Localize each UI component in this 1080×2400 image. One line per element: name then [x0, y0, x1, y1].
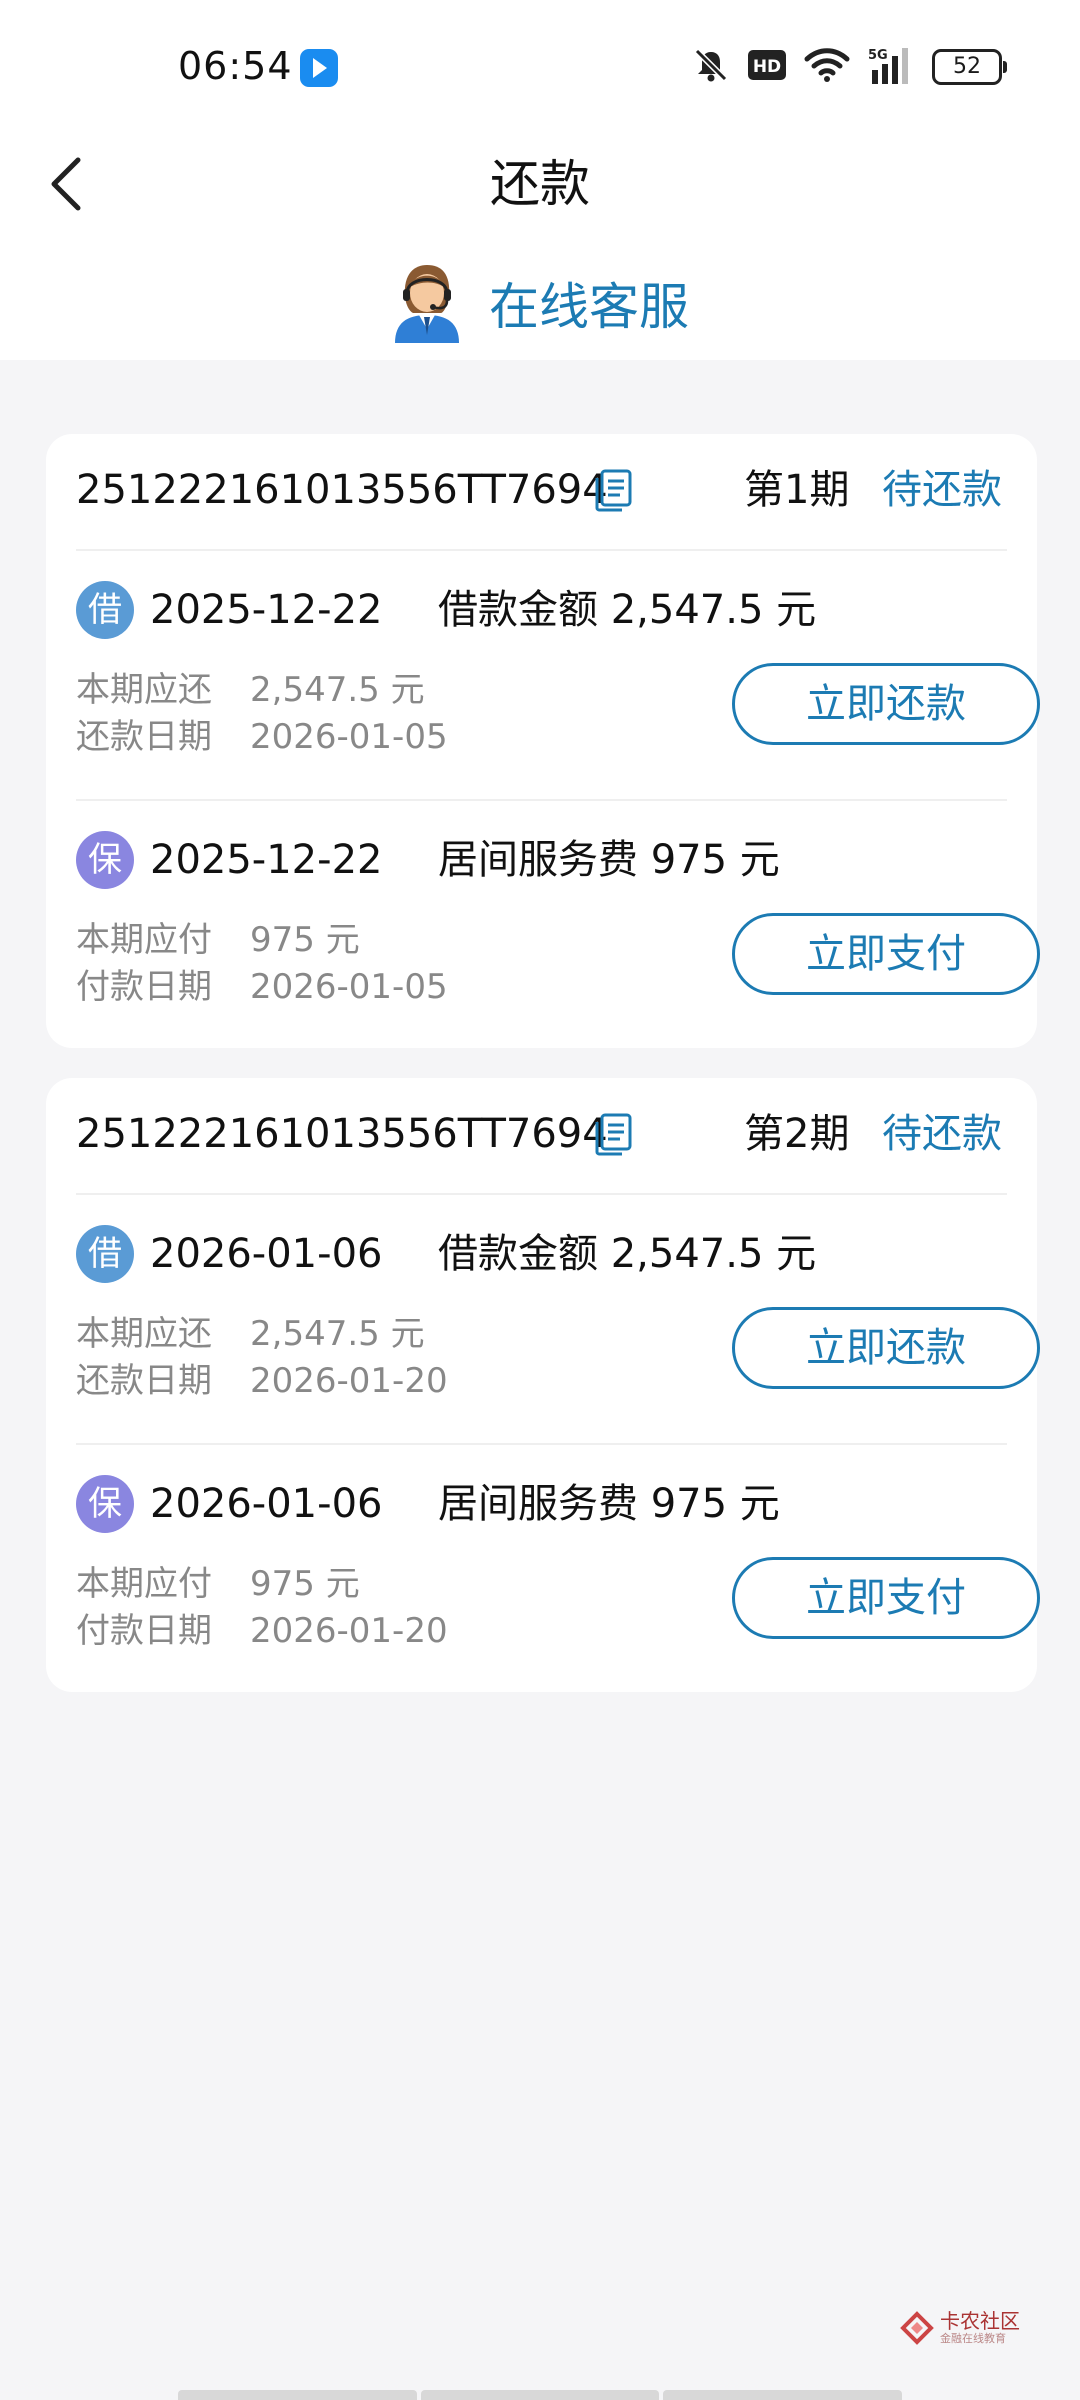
loan-badge: 借 — [76, 581, 134, 639]
fee-date: 2025-12-22 — [150, 837, 383, 883]
service-fee-amount: 居间服务费 975 元 — [438, 1481, 780, 1527]
nav-segment — [420, 2390, 660, 2400]
due-label: 本期应还 — [76, 670, 212, 710]
repay-now-button[interactable]: 立即还款 — [732, 1307, 1040, 1389]
page-title: 还款 — [490, 155, 590, 213]
battery-icon: 52 — [932, 49, 1007, 85]
pay-date-value: 2026-01-05 — [250, 967, 448, 1007]
fee-badge: 保 — [76, 831, 134, 889]
repay-now-button[interactable]: 立即还款 — [732, 663, 1040, 745]
pay-now-button[interactable]: 立即支付 — [732, 1557, 1040, 1639]
order-number: 251222161013556TT7694 — [76, 1111, 608, 1157]
pay-date-value: 2026-01-20 — [250, 1611, 448, 1651]
repay-date-value: 2026-01-20 — [250, 1361, 448, 1401]
loan-date: 2026-01-06 — [150, 1231, 383, 1277]
status-icons: HD 5G 52 — [692, 46, 1007, 88]
watermark-subtitle: 金融在线教育 — [940, 2332, 1006, 2345]
watermark-logo-icon — [900, 2311, 934, 2345]
customer-service-agent-icon — [395, 265, 459, 343]
due-label: 本期应还 — [76, 1314, 212, 1354]
watermark: 卡农社区 金融在线教育 — [900, 2310, 1020, 2346]
due-value: 975 元 — [250, 1564, 360, 1604]
copy-icon[interactable] — [594, 468, 634, 516]
mute-bell-icon — [692, 46, 730, 88]
loan-amount: 借款金额 2,547.5 元 — [438, 587, 817, 633]
loan-badge: 借 — [76, 1225, 134, 1283]
period-label: 第1期 — [744, 467, 850, 513]
header: 还款 在线客服 — [0, 136, 1080, 360]
repay-date-label: 还款日期 — [76, 717, 212, 757]
wifi-icon — [804, 47, 850, 87]
due-label: 本期应付 — [76, 920, 212, 960]
order-number: 251222161013556TT7694 — [76, 467, 608, 513]
nav-segment — [663, 2390, 903, 2400]
fee-section: 保 2026-01-06 居间服务费 975 元 本期应付 975 元 付款日期… — [76, 1445, 1040, 1693]
svg-text:5G: 5G — [868, 48, 888, 63]
installment-card-2: 251222161013556TT7694 第2期 待还款 借 2026-01-… — [46, 1078, 1040, 1693]
period-label: 第2期 — [744, 1111, 850, 1157]
status-label: 待还款 — [882, 467, 1002, 513]
due-value: 975 元 — [250, 920, 360, 960]
customer-service-label: 在线客服 — [489, 278, 689, 336]
due-label: 本期应付 — [76, 1564, 212, 1604]
loan-amount: 借款金额 2,547.5 元 — [438, 1231, 817, 1277]
watermark-title: 卡农社区 — [940, 2309, 1020, 2333]
5g-signal-icon: 5G — [868, 46, 914, 88]
pay-date-label: 付款日期 — [76, 967, 212, 1007]
status-time: 06:54 — [178, 44, 293, 88]
fee-date: 2026-01-06 — [150, 1481, 383, 1527]
loan-section: 借 2026-01-06 借款金额 2,547.5 元 本期应还 2,547.5… — [76, 1195, 1040, 1445]
status-bar: 06:54 HD 5G 52 — [0, 0, 1080, 136]
repay-date-value: 2026-01-05 — [250, 717, 448, 757]
gesture-navigation-bar[interactable] — [178, 2390, 903, 2400]
fee-badge: 保 — [76, 1475, 134, 1533]
customer-service-link[interactable]: 在线客服 — [0, 258, 1080, 348]
card-header: 251222161013556TT7694 第1期 待还款 — [76, 434, 1007, 551]
fee-section: 保 2025-12-22 居间服务费 975 元 本期应付 975 元 付款日期… — [76, 801, 1040, 1049]
repay-date-label: 还款日期 — [76, 1361, 212, 1401]
due-value: 2,547.5 元 — [250, 1314, 425, 1354]
svg-text:HD: HD — [753, 57, 781, 77]
card-header: 251222161013556TT7694 第2期 待还款 — [76, 1078, 1007, 1195]
back-arrow-icon — [51, 157, 81, 211]
due-value: 2,547.5 元 — [250, 670, 425, 710]
service-fee-amount: 居间服务费 975 元 — [438, 837, 780, 883]
hd-icon: HD — [748, 50, 786, 84]
back-button[interactable] — [36, 144, 96, 224]
nav-segment — [178, 2390, 417, 2400]
pay-date-label: 付款日期 — [76, 1611, 212, 1651]
app-notification-icon — [300, 49, 338, 87]
copy-icon[interactable] — [594, 1112, 634, 1160]
pay-now-button[interactable]: 立即支付 — [732, 913, 1040, 995]
loan-section: 借 2025-12-22 借款金额 2,547.5 元 本期应还 2,547.5… — [76, 551, 1040, 801]
loan-date: 2025-12-22 — [150, 587, 383, 633]
status-label: 待还款 — [882, 1111, 1002, 1157]
installment-card-1: 251222161013556TT7694 第1期 待还款 借 2025-12-… — [46, 434, 1040, 1049]
